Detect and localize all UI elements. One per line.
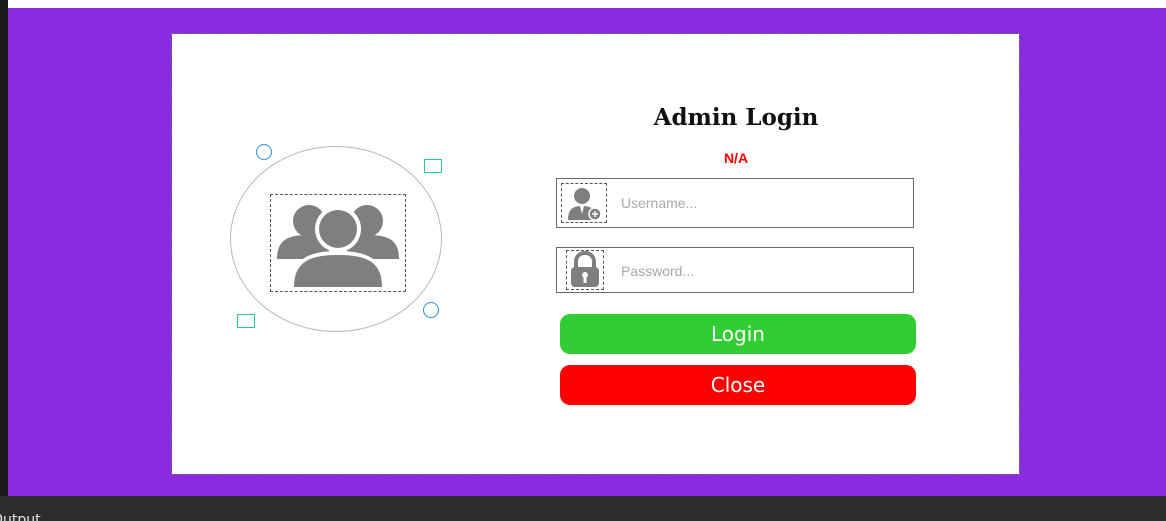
designer-window: Admin Login N/A Username... Login Close …	[0, 0, 1166, 521]
page-title: Admin Login	[653, 104, 819, 131]
output-panel-bar[interactable]	[0, 496, 1166, 521]
designer-left-edge	[0, 0, 8, 496]
login-button[interactable]: Login	[560, 314, 916, 354]
selection-handle-bottom-left[interactable]	[237, 314, 255, 328]
selection-handle-bottom-right[interactable]	[423, 302, 439, 318]
username-input[interactable]	[621, 191, 901, 215]
user-icon	[568, 188, 602, 221]
username-icon-box	[561, 183, 607, 223]
user-group-icon	[277, 205, 399, 289]
avatar-picture[interactable]	[270, 194, 406, 292]
padlock-icon	[571, 251, 599, 287]
output-panel-label[interactable]: Output	[0, 512, 41, 521]
window-top-strip	[0, 0, 1166, 8]
password-icon-box	[566, 250, 604, 290]
username-field[interactable]	[556, 178, 914, 228]
selection-handle-top-right[interactable]	[424, 159, 442, 173]
close-button[interactable]: Close	[560, 365, 916, 405]
status-label: N/A	[723, 150, 749, 166]
designer-canvas: Admin Login N/A Username... Login Close	[8, 8, 1166, 496]
password-input[interactable]	[621, 259, 901, 283]
password-field[interactable]	[556, 247, 914, 293]
login-form[interactable]: Admin Login N/A Username... Login Close	[171, 33, 1020, 475]
selection-handle-top-left[interactable]	[256, 144, 272, 160]
